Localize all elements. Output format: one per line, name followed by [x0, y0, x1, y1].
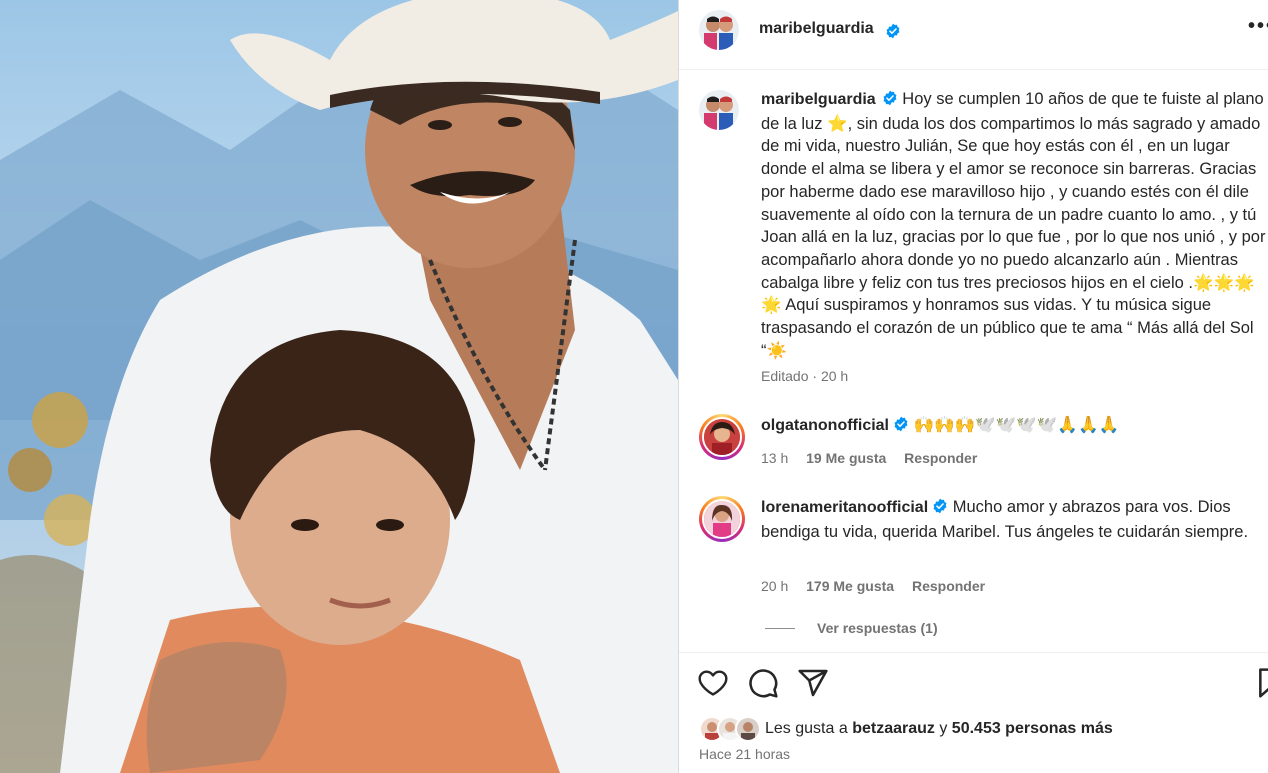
likes-others[interactable]: 50.453 personas más: [952, 720, 1113, 737]
story-ring[interactable]: [699, 414, 745, 460]
meta-separator: ·: [812, 368, 818, 384]
edited-label: Editado: [761, 368, 809, 384]
post-photo[interactable]: [0, 0, 678, 773]
comment-icon[interactable]: [747, 667, 779, 699]
comment-username[interactable]: olgatanonofficial: [761, 417, 889, 434]
post-timestamp[interactable]: Hace 21 horas: [699, 746, 790, 762]
caption-meta: Editado · 20 h: [761, 368, 848, 384]
verified-badge-icon: [882, 90, 898, 113]
caption-body: Hoy se cumplen 10 años de que te fuiste …: [761, 90, 1266, 360]
post-details-panel: maribelguardia ••• maribelguardia Hoy se…: [678, 0, 1268, 773]
caption-author-avatar[interactable]: [699, 90, 739, 130]
caption-text-block: maribelguardia Hoy se cumplen 10 años de…: [761, 88, 1268, 362]
reply-button[interactable]: Responder: [912, 578, 985, 594]
view-replies-label: Ver respuestas (1): [817, 620, 938, 636]
likes-prefix: Les gusta a: [765, 720, 848, 737]
comment-time[interactable]: 20 h: [761, 578, 788, 594]
likes-connector: y: [939, 720, 948, 737]
replies-divider: [765, 628, 795, 629]
author-avatar[interactable]: [699, 10, 739, 50]
reply-button[interactable]: Responder: [904, 450, 977, 466]
liker-username[interactable]: betzaarauz: [852, 720, 935, 737]
more-options-icon[interactable]: •••: [1248, 15, 1268, 38]
comment-body: lorenameritanoofficial Mucho amor y abra…: [761, 496, 1268, 543]
likes-text: Les gusta a betzaarauz y 50.453 personas…: [765, 720, 1113, 738]
comment-actions: 13 h 19 Me gusta Responder: [761, 450, 991, 466]
heart-icon[interactable]: [697, 667, 729, 699]
view-replies-button[interactable]: Ver respuestas (1): [765, 620, 938, 636]
post-action-bar: [679, 652, 1268, 712]
comment-text: 🙌🙌🙌🕊️🕊️🕊️🕊️🙏🙏🙏: [913, 416, 1120, 434]
commenter-avatar[interactable]: [702, 499, 742, 539]
comment-likes[interactable]: 179 Me gusta: [806, 578, 894, 594]
photo-illustration: [0, 0, 678, 773]
comment-username[interactable]: lorenameritanoofficial: [761, 499, 928, 516]
bookmark-icon[interactable]: [1255, 667, 1268, 699]
author-username[interactable]: maribelguardia: [759, 20, 874, 38]
verified-badge-icon: [893, 416, 909, 439]
liker-avatar: [735, 716, 761, 742]
liker-avatars: [699, 716, 763, 742]
comment-likes[interactable]: 19 Me gusta: [806, 450, 886, 466]
commenter-avatar[interactable]: [702, 417, 742, 457]
story-ring[interactable]: [699, 496, 745, 542]
verified-badge-icon: [932, 498, 948, 521]
caption-time[interactable]: 20 h: [821, 368, 848, 384]
post-header: maribelguardia •••: [679, 0, 1268, 70]
share-icon[interactable]: [797, 667, 829, 699]
comment-time[interactable]: 13 h: [761, 450, 788, 466]
comment-body: olgatanonofficial 🙌🙌🙌🕊️🕊️🕊️🕊️🙏🙏🙏: [761, 414, 1268, 439]
verified-badge-icon: [885, 23, 901, 44]
comment-actions: 20 h 179 Me gusta Responder: [761, 578, 999, 594]
caption-username[interactable]: maribelguardia: [761, 91, 876, 108]
